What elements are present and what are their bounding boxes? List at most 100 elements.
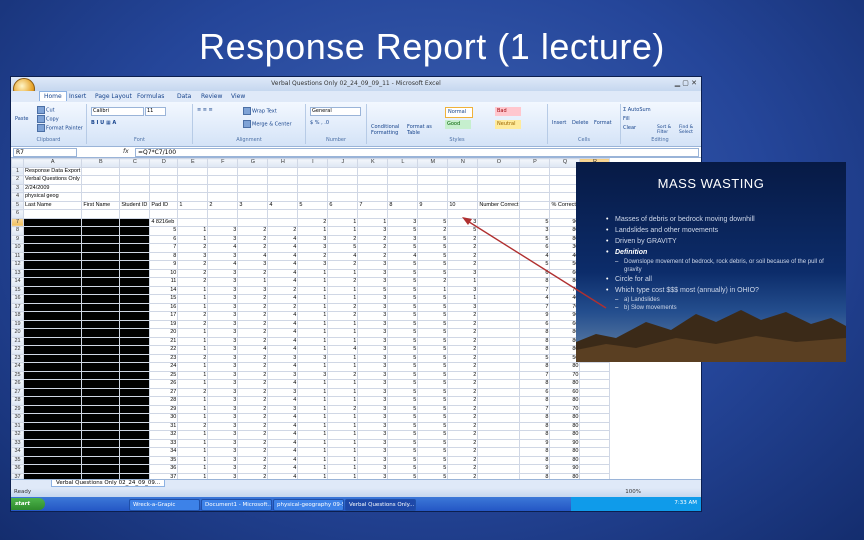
cell-p34[interactable]: 8 xyxy=(519,447,551,457)
cell-a22[interactable] xyxy=(22,345,83,355)
format-painter-button[interactable]: Format Painter xyxy=(37,124,83,132)
row-header[interactable]: 10 xyxy=(11,243,24,253)
cell-a7[interactable] xyxy=(22,217,83,227)
cell-n20[interactable]: 2 xyxy=(447,328,479,338)
cell-g36[interactable]: 2 xyxy=(237,464,269,474)
cell-p32[interactable]: 8 xyxy=(519,430,551,440)
cell-b33[interactable] xyxy=(81,438,121,448)
cell-n8[interactable]: 5 xyxy=(447,226,479,236)
cell-n31[interactable]: 2 xyxy=(447,421,479,431)
cell-i12[interactable]: 3 xyxy=(297,260,329,270)
cell-b14[interactable] xyxy=(81,277,121,287)
cell-n5[interactable]: 10 xyxy=(447,200,479,210)
cell-l34[interactable]: 5 xyxy=(387,447,419,457)
row-header[interactable]: 18 xyxy=(11,311,24,321)
cell-k17[interactable]: 3 xyxy=(357,302,389,312)
cell-o31[interactable] xyxy=(477,421,521,431)
cell-h9[interactable]: 4 xyxy=(267,234,299,244)
cell-f18[interactable]: 3 xyxy=(207,311,239,321)
taskbar-item[interactable]: Document1 - Microsoft... xyxy=(201,499,272,511)
cell-i5[interactable]: 5 xyxy=(297,200,329,210)
cell-g34[interactable]: 2 xyxy=(237,447,269,457)
cell-a16[interactable] xyxy=(22,294,83,304)
cell-n25[interactable]: 2 xyxy=(447,370,479,380)
cell-f31[interactable]: 3 xyxy=(207,421,239,431)
tab-data[interactable]: Data xyxy=(177,93,191,100)
cell-l24[interactable]: 5 xyxy=(387,362,419,372)
cell-l32[interactable]: 5 xyxy=(387,430,419,440)
cell-c25[interactable] xyxy=(119,370,151,380)
cell-l15[interactable]: 5 xyxy=(387,285,419,295)
cell-d28[interactable]: 28 xyxy=(149,396,179,406)
cell-p14[interactable]: 8 xyxy=(519,277,551,287)
cell-h36[interactable]: 4 xyxy=(267,464,299,474)
cell-o22[interactable] xyxy=(477,345,521,355)
cell-g16[interactable]: 2 xyxy=(237,294,269,304)
cell-l36[interactable]: 5 xyxy=(387,464,419,474)
window-controls[interactable]: ▁ ▢ ✕ xyxy=(675,79,697,87)
cell-l23[interactable]: 5 xyxy=(387,353,419,363)
cell-i3[interactable] xyxy=(297,183,329,193)
cell-e12[interactable]: 2 xyxy=(177,260,209,270)
cell-l35[interactable]: 5 xyxy=(387,455,419,465)
cell-b28[interactable] xyxy=(81,396,121,406)
cell-k15[interactable]: 5 xyxy=(357,285,389,295)
cell-f14[interactable]: 3 xyxy=(207,277,239,287)
cell-l6[interactable] xyxy=(387,209,419,219)
cell-b22[interactable] xyxy=(81,345,121,355)
cell-d18[interactable]: 17 xyxy=(149,311,179,321)
cell-g21[interactable]: 2 xyxy=(237,336,269,346)
cell-j9[interactable]: 2 xyxy=(327,234,359,244)
cell-d7[interactable]: 4 8216eb xyxy=(149,217,179,227)
cell-k36[interactable]: 3 xyxy=(357,464,389,474)
cell-k33[interactable]: 3 xyxy=(357,438,389,448)
cell-n23[interactable]: 2 xyxy=(447,353,479,363)
cut-button[interactable]: Cut xyxy=(37,106,55,114)
cell-k8[interactable]: 3 xyxy=(357,226,389,236)
cell-o1[interactable] xyxy=(477,166,521,176)
cell-f19[interactable]: 3 xyxy=(207,319,239,329)
cell-b3[interactable] xyxy=(81,183,121,193)
cell-h2[interactable] xyxy=(267,175,299,185)
cell-a29[interactable] xyxy=(22,404,83,414)
cell-k29[interactable]: 3 xyxy=(357,404,389,414)
cell-k2[interactable] xyxy=(357,175,389,185)
cell-a8[interactable] xyxy=(22,226,83,236)
cell-f20[interactable]: 3 xyxy=(207,328,239,338)
cell-h18[interactable]: 4 xyxy=(267,311,299,321)
cell-i7[interactable]: 2 xyxy=(297,217,329,227)
cell-h8[interactable]: 2 xyxy=(267,226,299,236)
cell-o30[interactable] xyxy=(477,413,521,423)
cell-c5[interactable]: Student ID xyxy=(119,200,151,210)
row-header[interactable]: 34 xyxy=(11,447,24,457)
cell-i33[interactable]: 1 xyxy=(297,438,329,448)
cell-l7[interactable]: 3 xyxy=(387,217,419,227)
cell-p12[interactable]: 5 xyxy=(519,260,551,270)
cell-a13[interactable] xyxy=(22,268,83,278)
cell-c30[interactable] xyxy=(119,413,151,423)
cell-j20[interactable]: 1 xyxy=(327,328,359,338)
cell-n19[interactable]: 2 xyxy=(447,319,479,329)
cell-q32[interactable]: 80 xyxy=(549,430,581,440)
cell-o29[interactable] xyxy=(477,404,521,414)
cell-g22[interactable]: 4 xyxy=(237,345,269,355)
cell-h1[interactable] xyxy=(267,166,299,176)
cell-i9[interactable]: 3 xyxy=(297,234,329,244)
cell-g20[interactable]: 2 xyxy=(237,328,269,338)
cell-e20[interactable]: 1 xyxy=(177,328,209,338)
cell-d12[interactable]: 9 xyxy=(149,260,179,270)
cell-j30[interactable]: 1 xyxy=(327,413,359,423)
cell-h33[interactable]: 4 xyxy=(267,438,299,448)
cell-a23[interactable] xyxy=(22,353,83,363)
cell-j6[interactable] xyxy=(327,209,359,219)
row-header[interactable]: 8 xyxy=(11,226,24,236)
cell-p22[interactable]: 8 xyxy=(519,345,551,355)
cell-e14[interactable]: 2 xyxy=(177,277,209,287)
cell-a5[interactable]: Last Name xyxy=(22,200,83,210)
cell-a33[interactable] xyxy=(22,438,83,448)
cell-g4[interactable] xyxy=(237,192,269,202)
copy-button[interactable]: Copy xyxy=(37,115,59,123)
cell-b5[interactable]: First Name xyxy=(81,200,121,210)
cell-k18[interactable]: 3 xyxy=(357,311,389,321)
cell-j33[interactable]: 1 xyxy=(327,438,359,448)
